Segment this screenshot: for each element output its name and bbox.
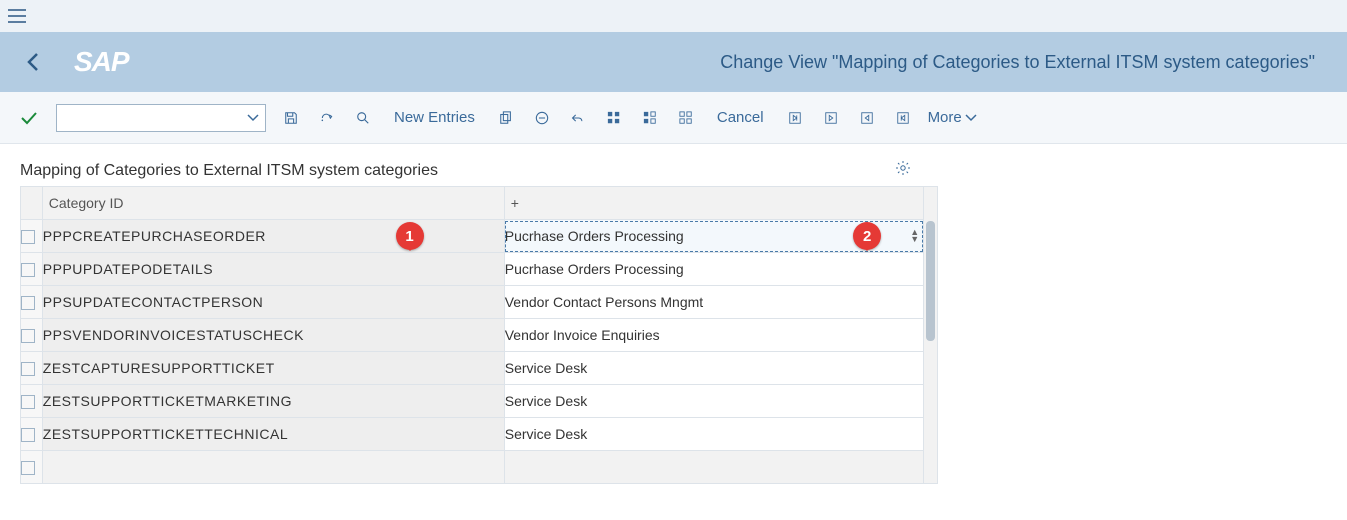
back-button[interactable] <box>20 46 46 78</box>
checkbox[interactable] <box>21 461 35 475</box>
row-selector[interactable] <box>21 319 43 352</box>
category-id-cell[interactable] <box>42 451 504 484</box>
mapped-value-cell[interactable]: Vendor Invoice Enquiries <box>504 319 923 352</box>
table-row-empty <box>21 451 924 484</box>
select-all-icon[interactable] <box>603 106 625 130</box>
sap-logo: SAP <box>66 44 147 79</box>
annotation-2: 2 <box>853 222 881 250</box>
table-row: ZESTSUPPORTTICKETMARKETINGService Desk <box>21 385 924 418</box>
menu-icon[interactable] <box>8 9 26 23</box>
delete-icon[interactable] <box>531 106 553 130</box>
chevron-down-icon <box>247 114 259 122</box>
col-category-id[interactable]: Category ID <box>42 187 504 220</box>
search-icon[interactable] <box>352 106 374 130</box>
checkbox[interactable] <box>21 296 35 310</box>
category-id-cell[interactable]: PPPCREATEPURCHASEORDER1 <box>42 220 504 253</box>
nav-last-icon[interactable] <box>892 106 914 130</box>
accept-button[interactable] <box>16 107 42 129</box>
nav-first-icon[interactable] <box>784 106 806 130</box>
annotation-1: 1 <box>396 222 424 250</box>
row-selector[interactable] <box>21 253 43 286</box>
mapped-value-cell[interactable]: Pucrhase Orders Processing▲▼2 <box>504 220 923 253</box>
table-row: PPPUPDATEPODETAILSPucrhase Orders Proces… <box>21 253 924 286</box>
table-row: PPSVENDORINVOICESTATUSCHECKVendor Invoic… <box>21 319 924 352</box>
undo-change-icon[interactable] <box>316 107 338 129</box>
category-id-cell[interactable]: PPSVENDORINVOICESTATUSCHECK <box>42 319 504 352</box>
checkbox[interactable] <box>21 428 35 442</box>
vertical-scrollbar[interactable] <box>924 186 938 484</box>
col-value[interactable]: + <box>504 187 923 220</box>
select-all-header[interactable] <box>21 187 43 220</box>
gear-icon[interactable] <box>895 160 911 176</box>
undo-icon[interactable] <box>567 107 589 129</box>
category-id-cell[interactable]: ZESTSUPPORTTICKETMARKETING <box>42 385 504 418</box>
value-stepper[interactable]: ▲▼ <box>910 229 919 243</box>
command-dropdown[interactable] <box>56 104 266 132</box>
table-row: ZESTCAPTURESUPPORTTICKETService Desk <box>21 352 924 385</box>
table-row: PPPCREATEPURCHASEORDER1Pucrhase Orders P… <box>21 220 924 253</box>
nav-prev-icon[interactable] <box>820 106 842 130</box>
row-selector[interactable] <box>21 418 43 451</box>
checkbox[interactable] <box>21 230 35 244</box>
cancel-button[interactable]: Cancel <box>711 105 770 130</box>
more-button[interactable]: More <box>928 109 977 126</box>
page-title: Change View "Mapping of Categories to Ex… <box>720 52 1315 73</box>
new-entries-button[interactable]: New Entries <box>388 105 481 130</box>
section-title: Mapping of Categories to External ITSM s… <box>20 162 438 180</box>
save-icon[interactable] <box>280 106 302 130</box>
row-selector[interactable] <box>21 352 43 385</box>
checkbox[interactable] <box>21 329 35 343</box>
checkbox[interactable] <box>21 362 35 376</box>
select-block-icon[interactable] <box>639 106 661 130</box>
mapping-table: Category ID + PPPCREATEPURCHASEORDER1Puc… <box>20 186 924 484</box>
category-id-cell[interactable]: PPPUPDATEPODETAILS <box>42 253 504 286</box>
row-selector[interactable] <box>21 451 43 484</box>
copy-icon[interactable] <box>495 106 517 130</box>
checkbox[interactable] <box>21 263 35 277</box>
row-selector[interactable] <box>21 286 43 319</box>
mapped-value-cell[interactable]: Service Desk <box>504 418 923 451</box>
table-row: ZESTSUPPORTTICKETTECHNICALService Desk <box>21 418 924 451</box>
row-selector[interactable] <box>21 385 43 418</box>
nav-next-icon[interactable] <box>856 106 878 130</box>
scroll-thumb[interactable] <box>926 221 935 341</box>
mapped-value-cell[interactable]: Service Desk <box>504 385 923 418</box>
deselect-all-icon[interactable] <box>675 106 697 130</box>
row-selector[interactable] <box>21 220 43 253</box>
checkbox[interactable] <box>21 395 35 409</box>
mapped-value-cell[interactable]: Pucrhase Orders Processing <box>504 253 923 286</box>
category-id-cell[interactable]: ZESTCAPTURESUPPORTTICKET <box>42 352 504 385</box>
table-row: PPSUPDATECONTACTPERSONVendor Contact Per… <box>21 286 924 319</box>
mapped-value-cell[interactable]: Service Desk <box>504 352 923 385</box>
category-id-cell[interactable]: PPSUPDATECONTACTPERSON <box>42 286 504 319</box>
more-label: More <box>928 109 962 126</box>
mapped-value-cell[interactable] <box>504 451 923 484</box>
mapped-value-cell[interactable]: Vendor Contact Persons Mngmt <box>504 286 923 319</box>
category-id-cell[interactable]: ZESTSUPPORTTICKETTECHNICAL <box>42 418 504 451</box>
